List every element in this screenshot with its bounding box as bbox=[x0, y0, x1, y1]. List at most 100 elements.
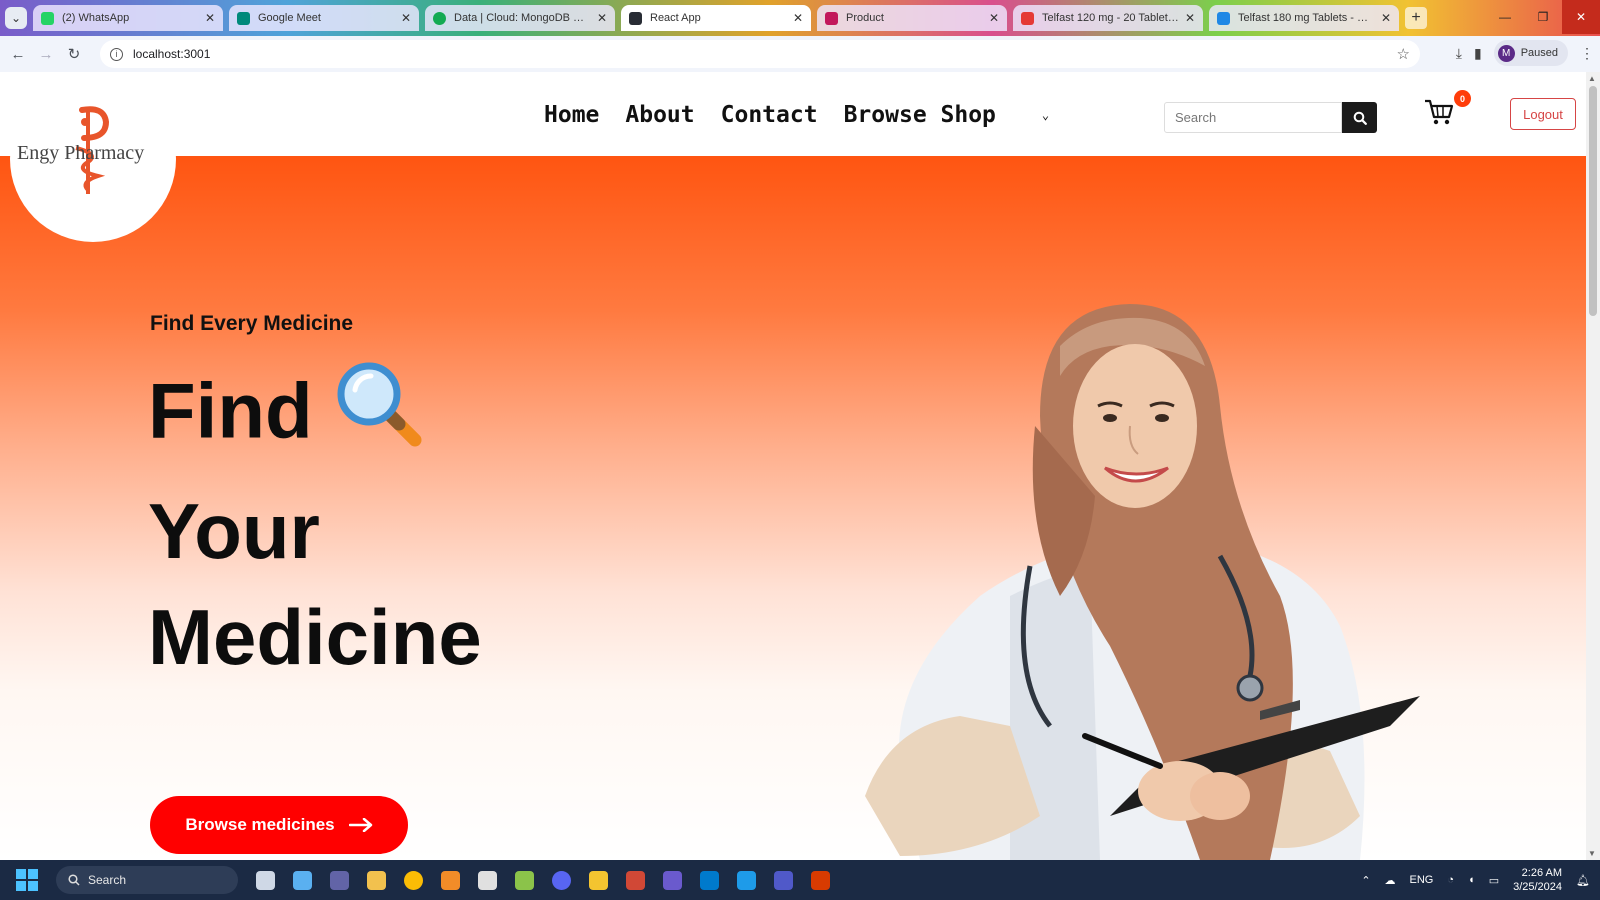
profile-button[interactable]: M Paused bbox=[1493, 40, 1568, 66]
search-input[interactable] bbox=[1164, 102, 1342, 133]
task-view-icon[interactable] bbox=[256, 870, 275, 890]
tab-react-app[interactable]: React App ✕ bbox=[621, 5, 811, 31]
tab-title: Telfast 120 mg - 20 Tablets | Bl bbox=[1042, 12, 1179, 24]
new-tab-button[interactable]: + bbox=[1405, 7, 1427, 29]
cart-button[interactable]: 0 bbox=[1424, 90, 1471, 131]
discord-icon[interactable] bbox=[552, 870, 571, 890]
arrow-right-icon bbox=[348, 818, 372, 832]
close-window-icon[interactable]: ✕ bbox=[1562, 0, 1600, 34]
tab-whatsapp[interactable]: (2) WhatsApp ✕ bbox=[33, 5, 223, 31]
file-explorer-icon[interactable] bbox=[367, 870, 386, 890]
site-header: Home About Contact Browse Shop ⌄ 0 Logou… bbox=[0, 72, 1586, 156]
close-tab-icon[interactable]: ✕ bbox=[401, 11, 411, 25]
forward-arrow-icon[interactable]: → bbox=[32, 46, 60, 63]
menu-dots-icon[interactable]: ⋮ bbox=[1580, 45, 1594, 62]
calendar-app-icon[interactable] bbox=[478, 870, 497, 890]
url-text: localhost:3001 bbox=[133, 47, 211, 61]
minimize-icon[interactable]: — bbox=[1486, 0, 1524, 34]
nav-home[interactable]: Home bbox=[544, 102, 599, 128]
main-nav: Home About Contact Browse Shop ⌄ bbox=[544, 102, 1049, 128]
volume-icon[interactable]: ◖ bbox=[1468, 874, 1475, 886]
app-blue-icon[interactable] bbox=[737, 870, 756, 890]
asterisk-favicon-icon bbox=[1021, 11, 1034, 25]
browse-medicines-button[interactable]: Browse medicines bbox=[150, 796, 408, 854]
scroll-up-icon[interactable]: ▲ bbox=[1588, 74, 1596, 83]
cart-icon bbox=[1425, 99, 1454, 125]
url-input[interactable]: i localhost:3001 ☆ bbox=[100, 40, 1420, 68]
logout-button[interactable]: Logout bbox=[1510, 98, 1576, 130]
scrollbar-thumb[interactable] bbox=[1589, 86, 1597, 316]
product-favicon-icon bbox=[825, 11, 838, 25]
widgets-icon[interactable] bbox=[293, 870, 312, 890]
tab-title: (2) WhatsApp bbox=[62, 12, 130, 24]
brave-icon[interactable] bbox=[811, 870, 830, 890]
teams-icon[interactable] bbox=[774, 870, 793, 890]
paint-icon[interactable] bbox=[515, 870, 534, 890]
close-tab-icon[interactable]: ✕ bbox=[205, 11, 215, 25]
language-indicator[interactable]: ENG bbox=[1410, 874, 1434, 886]
close-tab-icon[interactable]: ✕ bbox=[1185, 11, 1195, 25]
site-search bbox=[1164, 102, 1377, 133]
chrome-icon[interactable] bbox=[404, 870, 423, 890]
bookmark-star-icon[interactable]: ☆ bbox=[1397, 45, 1410, 63]
clock[interactable]: 2:26 AM 3/25/2024 bbox=[1513, 866, 1562, 894]
store-icon[interactable] bbox=[626, 870, 645, 890]
avatar: M bbox=[1497, 44, 1515, 62]
teams-chat-icon[interactable] bbox=[330, 870, 349, 890]
wifi-icon[interactable]: ◔ bbox=[1447, 874, 1454, 886]
browser-tab-strip: ⌄ (2) WhatsApp ✕ Google Meet ✕ Data | Clou… bbox=[0, 0, 1600, 36]
battery-icon[interactable]: ▭ bbox=[1489, 874, 1499, 887]
tab-title: Google Meet bbox=[258, 12, 321, 24]
tab-telfast-120[interactable]: Telfast 120 mg - 20 Tablets | Bl ✕ bbox=[1013, 5, 1203, 31]
web-page: Find Every Medicine Find Your Medicine B… bbox=[0, 72, 1586, 860]
reload-icon[interactable]: ↻ bbox=[60, 45, 88, 63]
app-purple-icon[interactable] bbox=[663, 870, 682, 890]
download-icon[interactable]: ⤓ bbox=[1456, 45, 1462, 62]
tab-mongodb[interactable]: Data | Cloud: MongoDB Cloud ✕ bbox=[425, 5, 615, 31]
search-icon bbox=[1353, 111, 1367, 125]
nav-contact[interactable]: Contact bbox=[721, 102, 818, 128]
hero-eyebrow: Find Every Medicine bbox=[150, 312, 354, 335]
hero-headline: Find Your Medicine bbox=[148, 356, 482, 690]
site-info-icon[interactable]: i bbox=[110, 47, 123, 61]
close-tab-icon[interactable]: ✕ bbox=[989, 11, 999, 25]
meet-favicon-icon bbox=[237, 11, 250, 25]
toolbar-right: ⤓ ▮ M Paused ⋮ bbox=[1456, 40, 1594, 66]
windows-start-icon[interactable] bbox=[16, 869, 38, 891]
magnifier-icon bbox=[331, 356, 427, 478]
taskbar-search-label: Search bbox=[88, 873, 127, 887]
tab-product[interactable]: Product ✕ bbox=[817, 5, 1007, 31]
tab-title: Telfast 180 mg Tablets - Order bbox=[1238, 12, 1375, 24]
side-panel-icon[interactable]: ▮ bbox=[1474, 45, 1482, 62]
logo-text: Engy Pharmacy bbox=[17, 142, 145, 164]
scroll-down-icon[interactable]: ▼ bbox=[1588, 849, 1596, 858]
vscode-icon[interactable] bbox=[700, 870, 719, 890]
address-bar-row: ← → ↻ i localhost:3001 ☆ ⤓ ▮ M Paused ⋮ bbox=[0, 36, 1600, 72]
taskbar-apps bbox=[256, 870, 830, 890]
hero-section: Find Every Medicine Find Your Medicine B… bbox=[0, 156, 1586, 860]
cta-label: Browse medicines bbox=[185, 815, 335, 834]
doctor-image bbox=[865, 304, 1420, 860]
close-tab-icon[interactable]: ✕ bbox=[793, 11, 803, 25]
close-tab-icon[interactable]: ✕ bbox=[597, 11, 607, 25]
page-scrollbar[interactable]: ▲ ▼ bbox=[1586, 72, 1600, 860]
folder-icon[interactable] bbox=[589, 870, 608, 890]
back-arrow-icon[interactable]: ← bbox=[4, 46, 32, 63]
search-button[interactable] bbox=[1342, 102, 1377, 133]
app-orange-icon[interactable] bbox=[441, 870, 460, 890]
clock-date: 3/25/2024 bbox=[1513, 881, 1563, 893]
chevron-down-icon[interactable]: ⌄ bbox=[1042, 108, 1049, 122]
close-tab-icon[interactable]: ✕ bbox=[1381, 11, 1391, 25]
chevron-up-icon[interactable]: ⌃ bbox=[1361, 874, 1370, 887]
window-controls: — ❐ ✕ bbox=[1486, 0, 1600, 34]
search-icon bbox=[68, 874, 80, 886]
tab-google-meet[interactable]: Google Meet ✕ bbox=[229, 5, 419, 31]
restore-icon[interactable]: ❐ bbox=[1524, 0, 1562, 34]
tab-search-icon[interactable]: ⌄ bbox=[5, 7, 27, 29]
notification-bell-icon[interactable]: 🔔︎ bbox=[1576, 874, 1590, 887]
nav-browse-shop[interactable]: Browse Shop bbox=[844, 102, 996, 128]
tab-telfast-180[interactable]: Telfast 180 mg Tablets - Order ✕ bbox=[1209, 5, 1399, 31]
onedrive-icon[interactable]: ☁ bbox=[1385, 874, 1396, 887]
nav-about[interactable]: About bbox=[625, 102, 694, 128]
taskbar-search[interactable]: Search bbox=[56, 866, 238, 894]
